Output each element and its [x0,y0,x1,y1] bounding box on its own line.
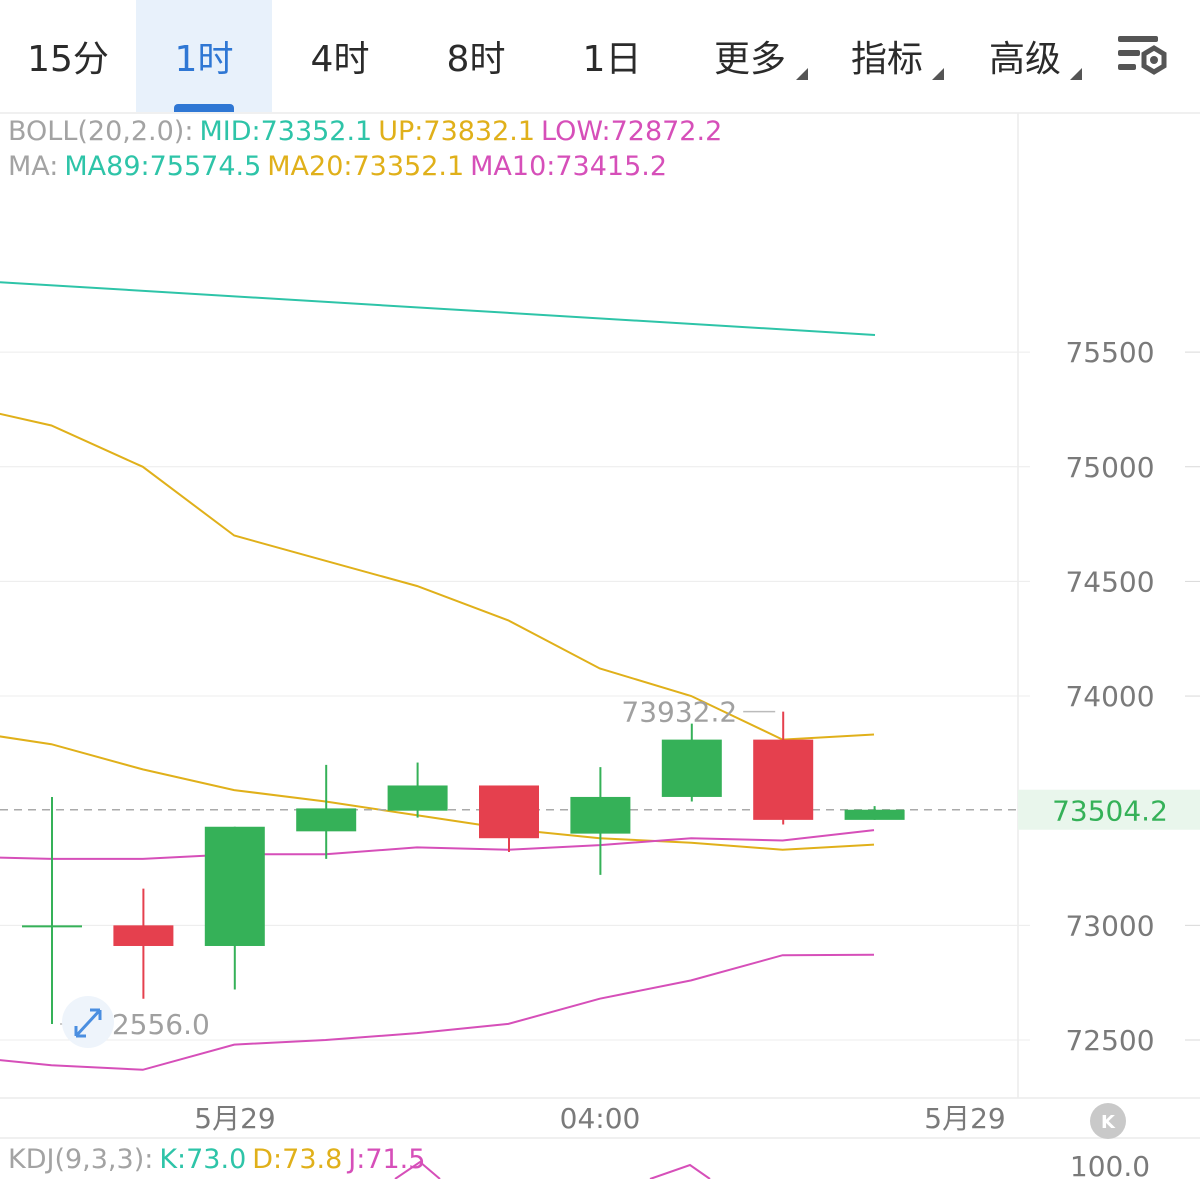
candle-body [844,809,905,820]
candle-body [22,925,82,928]
chart-settings-icon[interactable] [1110,28,1172,84]
ma10-line [0,829,875,860]
tab-label: 1时 [174,39,234,80]
expand-chart-icon [62,996,114,1048]
candle-body [661,739,722,797]
y-tick-label: 75500 [1065,336,1154,369]
scroll-to-latest-icon: K [1090,1103,1126,1139]
candle [661,723,722,802]
tab-label: 8时 [446,39,506,80]
candle-body [753,739,814,820]
tab-4h[interactable]: 4时 [272,0,408,112]
last-price-badge [1018,789,1200,830]
candle [753,711,814,825]
min-price-label: 72556.0 [94,1008,210,1041]
ma-label: MA: [8,151,59,182]
candle [570,767,631,875]
kdj-k: K:73.0 [159,1144,247,1175]
dropdown-corner-icon [796,68,808,80]
scroll-to-latest-icon-glyph: K [1101,1112,1116,1133]
ma89-value: MA89:75574.5 [64,151,262,182]
kdj-j-line [649,1163,711,1179]
ma89-line [0,281,876,336]
x-tick-label: 5月29 [194,1102,275,1135]
scroll-to-latest-icon-bg [1090,1103,1126,1139]
kdj-axis-label: 100.0 [1070,1150,1150,1179]
dropdown-corner-icon [1070,68,1082,80]
boll-mid-line [0,735,875,851]
ma-legend: MA: MA89:75574.5 MA20:73352.1 MA10:73415.2 [8,151,673,182]
tab-label: 1日 [582,39,642,80]
max-price-label: 73932.2 [621,696,737,729]
timeframe-tab-bar: 15分 1时 4时 8时 1日 更多 指标 高级 [0,0,1200,112]
y-tick-label: 73000 [1065,909,1154,942]
tab-label: 高级 [988,39,1061,80]
candle-body [479,785,539,839]
kdj-d: D:73.8 [252,1144,343,1175]
tab-label: 更多 [713,39,786,80]
tab-15m[interactable]: 15分 [0,0,136,112]
ma20-value: MA20:73352.1 [267,151,465,182]
kdj-label: KDJ(9,3,3): [8,1144,154,1175]
candle [844,806,905,820]
tab-label: 4时 [310,39,370,80]
tab-1d[interactable]: 1日 [544,0,680,112]
y-tick-label: 74500 [1065,565,1154,598]
y-tick-label: 75000 [1065,451,1154,484]
expand-chart-icon-bg [62,996,114,1048]
expand-chart-icon-arrows [74,1008,102,1038]
tab-8h[interactable]: 8时 [408,0,544,112]
active-tab-indicator [174,104,234,112]
boll-lower-line [0,953,875,1071]
candle [387,762,448,818]
dropdown-corner-icon [932,68,944,80]
candle-body [296,808,357,832]
boll-upper-line [0,412,875,741]
x-tick-label: 04:00 [560,1102,641,1135]
candle [479,785,539,852]
y-tick-label: 72500 [1065,1024,1154,1057]
kdj-j: J:71.5 [348,1144,426,1175]
candle [204,826,265,990]
boll-mid: MID:73352.1 [199,116,373,147]
boll-up: UP:73832.1 [378,116,536,147]
tab-advanced[interactable]: 高级 [966,0,1084,112]
last-price-label: 73504.2 [1052,795,1168,828]
ma10-value: MA10:73415.2 [470,151,668,182]
tab-label: 指标 [850,39,923,80]
boll-label: BOLL(20,2.0): [8,116,194,147]
candle-body [570,796,631,834]
candle [296,764,357,859]
x-tick-label: 5月29 [924,1102,1005,1135]
candle-body [113,925,174,946]
boll-low: LOW:72872.2 [541,116,723,147]
candle [22,796,82,1024]
tab-1h[interactable]: 1时 [136,0,272,112]
y-tick-label: 74000 [1065,680,1154,713]
candle [113,888,174,999]
tab-more[interactable]: 更多 [690,0,810,112]
boll-legend: BOLL(20,2.0): MID:73352.1 UP:73832.1 LOW:72… [8,116,728,147]
kdj-legend: KDJ(9,3,3): K:73.0 D:73.8 J:71.5 [8,1144,431,1175]
tab-indicators[interactable]: 指标 [828,0,946,112]
tab-label: 15分 [27,39,109,80]
candle-body [387,785,448,811]
candle-body [204,826,265,946]
